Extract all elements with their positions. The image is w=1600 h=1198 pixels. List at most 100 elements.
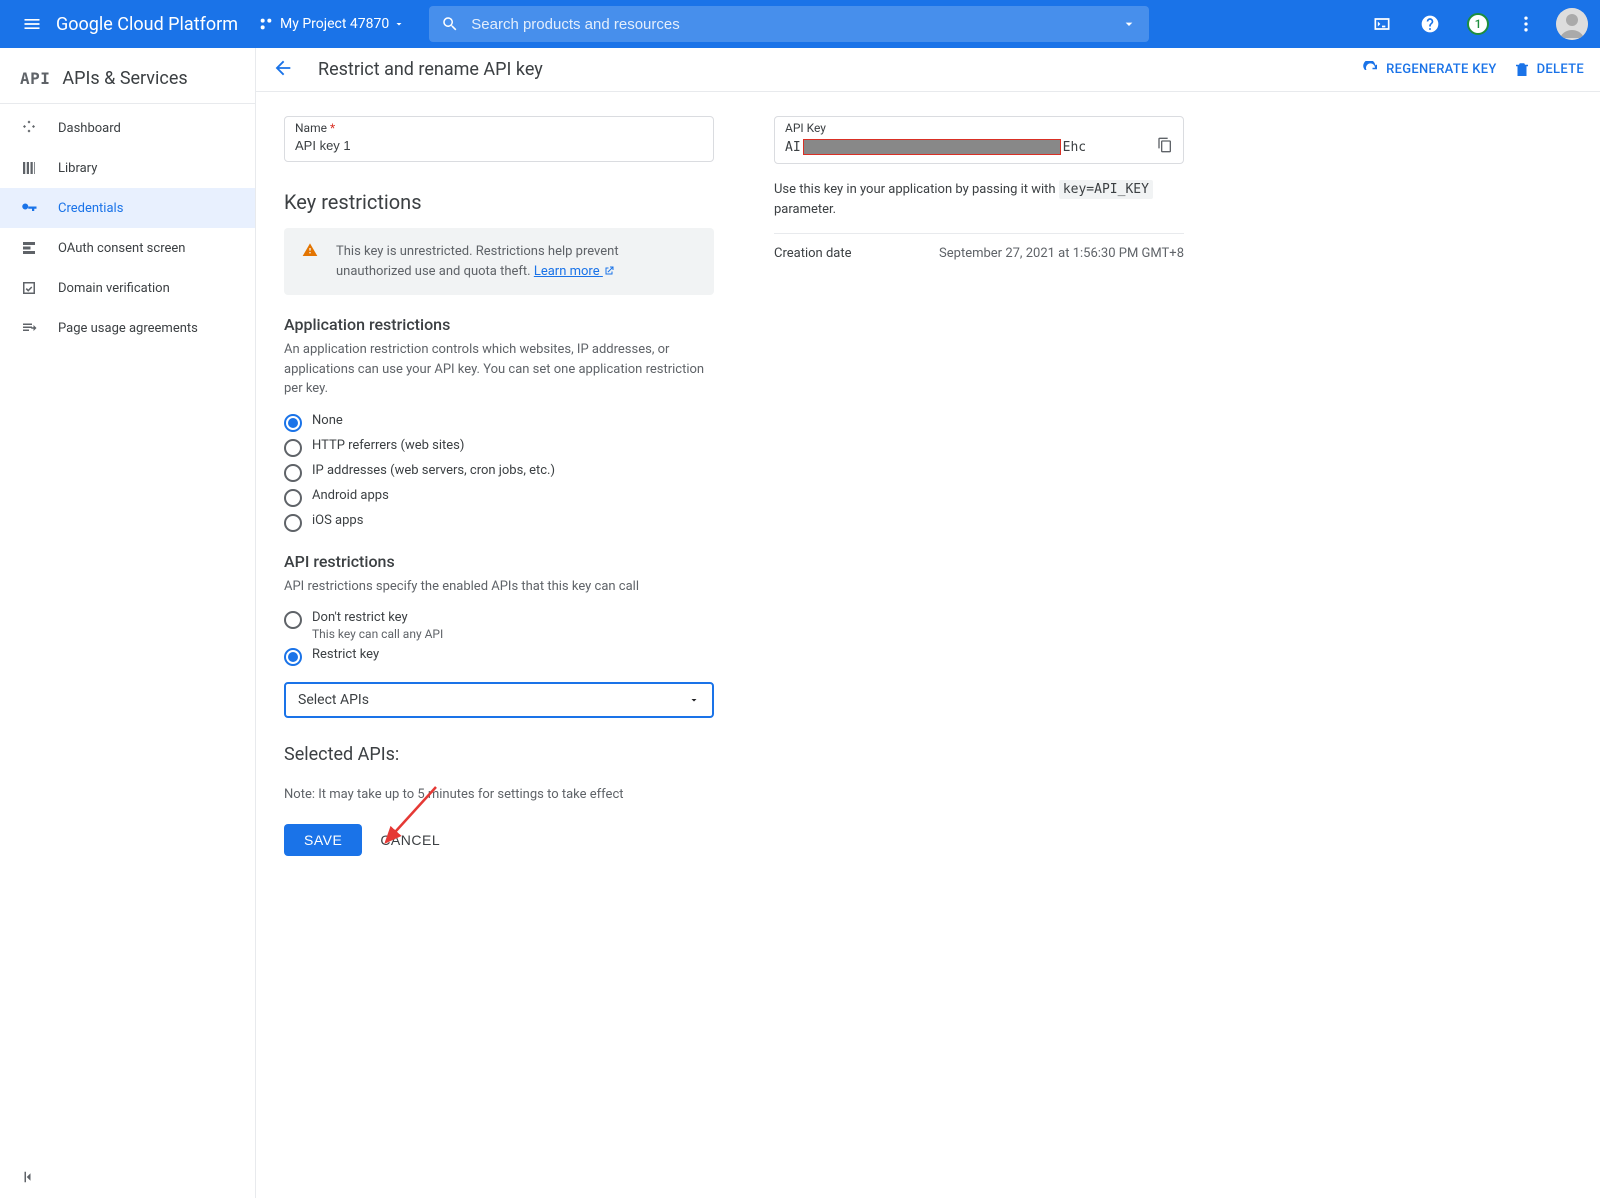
verify-icon	[20, 279, 38, 297]
gcp-logo-text[interactable]: Google Cloud Platform	[56, 14, 238, 35]
sidebar-item-dashboard[interactable]: Dashboard	[0, 108, 255, 148]
api-key-hint-code: key=API_KEY	[1059, 180, 1153, 199]
help-button[interactable]	[1412, 6, 1448, 42]
menu-button[interactable]	[12, 4, 52, 44]
project-picker[interactable]: My Project 47870	[254, 16, 405, 32]
creation-date-row: Creation date September 27, 2021 at 1:56…	[774, 233, 1184, 261]
project-dots-icon	[258, 16, 274, 32]
cloud-shell-icon	[1372, 14, 1392, 34]
dropdown-icon	[393, 18, 405, 30]
topbar: Google Cloud Platform My Project 47870 1	[0, 0, 1600, 48]
radio-app-ios[interactable]: iOS apps	[284, 513, 714, 532]
name-label: Name *	[295, 121, 335, 135]
sidebar-collapse-button[interactable]	[20, 1168, 38, 1190]
selected-apis-heading: Selected APIs:	[284, 744, 714, 765]
footer-note: Note: It may take up to 5 minutes for se…	[284, 787, 714, 802]
api-restrictions-heading: API restrictions	[284, 552, 714, 571]
alert-text: This key is unrestricted. Restrictions h…	[336, 242, 696, 281]
radio-restrict-key[interactable]: Restrict key	[284, 647, 714, 666]
agreements-icon	[20, 319, 38, 337]
dashboard-icon	[20, 119, 38, 137]
api-key-prefix: AI	[785, 140, 801, 155]
consent-icon	[20, 239, 38, 257]
sidebar-item-label: Credentials	[58, 201, 123, 216]
radio-app-http[interactable]: HTTP referrers (web sites)	[284, 438, 714, 457]
sidebar-item-label: Domain verification	[58, 281, 170, 296]
avatar-icon	[1556, 8, 1588, 40]
sidebar-item-label: OAuth consent screen	[58, 241, 185, 256]
radio-app-ip[interactable]: IP addresses (web servers, cron jobs, et…	[284, 463, 714, 482]
page-title: Restrict and rename API key	[318, 59, 543, 80]
sidebar-item-library[interactable]: Library	[0, 148, 255, 188]
content: Restrict and rename API key Regenerate K…	[256, 48, 1600, 1198]
cancel-button[interactable]: CANCEL	[380, 832, 440, 848]
search-icon	[441, 15, 459, 33]
regenerate-key-button[interactable]: Regenerate Key	[1362, 61, 1497, 79]
back-button[interactable]	[272, 57, 294, 83]
copy-key-button[interactable]	[1157, 137, 1173, 157]
search-box[interactable]	[429, 6, 1149, 42]
search-dropdown-icon[interactable]	[1121, 16, 1137, 32]
delete-label: Delete	[1537, 62, 1584, 77]
save-button[interactable]: SAVE	[284, 824, 362, 856]
refresh-icon	[1362, 61, 1380, 79]
sidebar-title: APIs & Services	[62, 68, 187, 89]
collapse-icon	[20, 1168, 38, 1186]
arrow-back-icon	[272, 57, 294, 79]
api-key-suffix: Ehc	[1063, 140, 1086, 155]
api-key-box: API Key AI Ehc	[774, 116, 1184, 164]
sidebar-header[interactable]: API APIs & Services	[0, 56, 255, 104]
notif-badge: 1	[1467, 13, 1489, 35]
sidebar: API APIs & Services Dashboard Library Cr…	[0, 48, 256, 1198]
app-restrictions-radios: None HTTP referrers (web sites) IP addre…	[284, 413, 714, 532]
help-icon	[1420, 14, 1440, 34]
api-key-label: API Key	[785, 121, 1173, 135]
api-mark-icon: API	[20, 69, 50, 88]
alert-unrestricted: This key is unrestricted. Restrictions h…	[284, 228, 714, 295]
radio-app-android[interactable]: Android apps	[284, 488, 714, 507]
search-input[interactable]	[471, 16, 1121, 33]
regenerate-label: Regenerate Key	[1386, 62, 1497, 77]
creation-date-value: September 27, 2021 at 1:56:30 PM GMT+8	[939, 246, 1184, 261]
form-column: Name * Key restrictions This key is unre…	[284, 116, 714, 856]
project-name: My Project 47870	[280, 16, 389, 32]
dropdown-arrow-icon	[688, 694, 700, 706]
sidebar-item-agreements[interactable]: Page usage agreements	[0, 308, 255, 348]
creation-date-label: Creation date	[774, 246, 852, 261]
learn-more-link[interactable]: Learn more	[534, 264, 615, 279]
api-restrictions-desc: API restrictions specify the enabled API…	[284, 577, 714, 597]
external-link-icon	[603, 265, 615, 277]
app-restrictions-desc: An application restriction controls whic…	[284, 340, 714, 399]
api-restrictions-radios: Don't restrict keyThis key can call any …	[284, 610, 714, 666]
sidebar-item-label: Dashboard	[58, 121, 121, 136]
key-restrictions-heading: Key restrictions	[284, 190, 714, 214]
action-bar: Restrict and rename API key Regenerate K…	[256, 48, 1600, 92]
api-key-redacted	[803, 139, 1061, 155]
cloud-shell-button[interactable]	[1364, 6, 1400, 42]
sidebar-item-label: Library	[58, 161, 97, 176]
more-button[interactable]	[1508, 6, 1544, 42]
warning-icon	[302, 242, 318, 281]
trash-icon	[1513, 61, 1531, 79]
sidebar-item-label: Page usage agreements	[58, 321, 198, 336]
select-apis-dropdown[interactable]: Select APIs	[284, 682, 714, 718]
select-apis-placeholder: Select APIs	[298, 692, 369, 708]
copy-icon	[1157, 137, 1173, 153]
account-avatar[interactable]	[1556, 8, 1588, 40]
delete-button[interactable]: Delete	[1513, 61, 1584, 79]
app-restrictions-heading: Application restrictions	[284, 315, 714, 334]
radio-dont-restrict[interactable]: Don't restrict keyThis key can call any …	[284, 610, 714, 641]
sidebar-item-credentials[interactable]: Credentials	[0, 188, 255, 228]
name-field-wrapper[interactable]: Name *	[284, 116, 714, 162]
api-key-hint: Use this key in your application by pass…	[774, 180, 1184, 219]
name-input[interactable]	[295, 136, 703, 155]
sidebar-item-domain[interactable]: Domain verification	[0, 268, 255, 308]
sidebar-item-oauth[interactable]: OAuth consent screen	[0, 228, 255, 268]
hamburger-icon	[22, 14, 42, 34]
notifications-button[interactable]: 1	[1460, 6, 1496, 42]
radio-app-none[interactable]: None	[284, 413, 714, 432]
more-vert-icon	[1516, 14, 1536, 34]
key-icon	[20, 199, 38, 217]
library-icon	[20, 159, 38, 177]
info-column: API Key AI Ehc Use this key in your appl…	[774, 116, 1184, 856]
